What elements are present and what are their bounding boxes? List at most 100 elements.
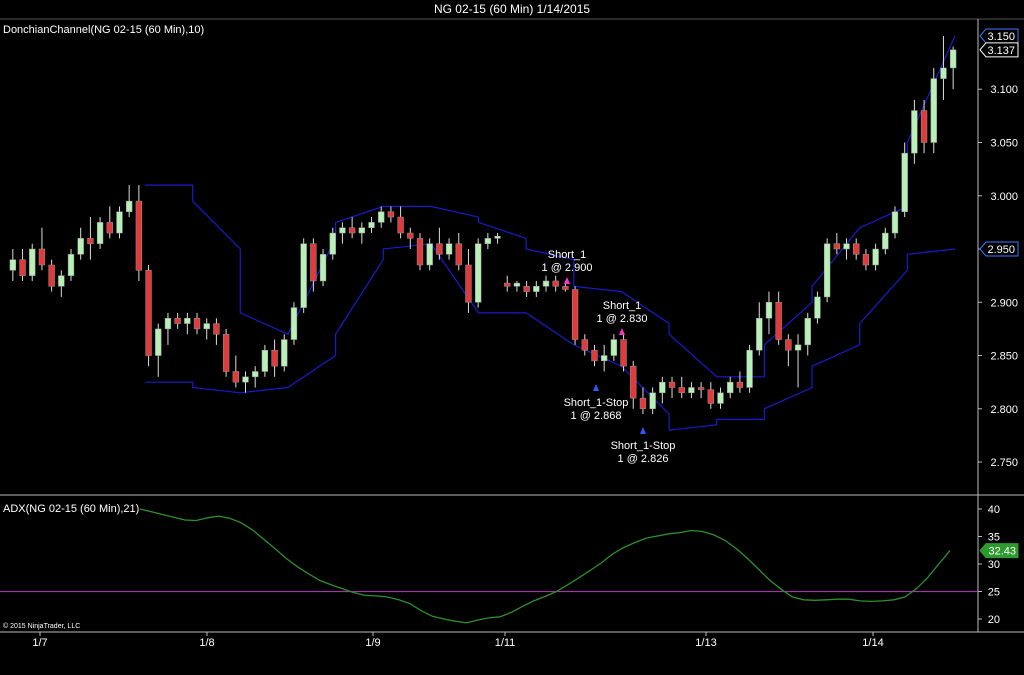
candle: [271, 339, 278, 377]
candle-body: [290, 307, 298, 340]
candle: [378, 206, 385, 228]
candle: [184, 312, 191, 335]
annotation-fill: 1 @ 2.868: [571, 410, 622, 422]
candle-body: [659, 381, 666, 394]
adx-flag-label: 32.43: [988, 546, 1016, 558]
time-tick-label: 1/14: [862, 637, 883, 649]
candle-body: [38, 248, 46, 266]
candle-body: [348, 227, 356, 234]
candle-body: [378, 211, 385, 223]
candle-body: [116, 211, 123, 234]
annotation-label: Short_1: [548, 249, 587, 261]
candle-body: [775, 302, 782, 340]
candle: [290, 302, 298, 345]
candle: [232, 355, 239, 388]
short-stop-annotation: Short_1-Stop1 @ 2.826: [611, 427, 676, 465]
donchian-indicator-label: DonchianChannel(NG 02-15 (60 Min),10): [3, 24, 204, 36]
candle: [58, 270, 65, 297]
adx-tick-label: 25: [988, 587, 1000, 599]
candle-body: [504, 282, 511, 287]
candle-body: [649, 392, 656, 410]
candle-body: [281, 339, 288, 367]
candle: [949, 46, 957, 90]
candle: [339, 222, 346, 244]
candle-body: [29, 248, 36, 276]
price-tick-label: 2.900: [990, 297, 1018, 309]
candle-body: [823, 243, 831, 298]
candle: [19, 249, 26, 281]
price-flag: 3.137: [979, 42, 1019, 58]
candle: [135, 185, 143, 281]
candle-body: [494, 235, 501, 239]
candle-body: [368, 222, 375, 228]
annotation-label: Short_1-Stop: [611, 440, 676, 452]
candle: [697, 382, 705, 399]
chart-canvas[interactable]: DonchianChannel(NG 02-15 (60 Min),10) AD…: [0, 0, 1024, 675]
candle: [426, 238, 433, 271]
candle-body: [833, 243, 840, 250]
candle-body: [843, 243, 850, 250]
candle-body: [242, 376, 249, 383]
candle: [746, 344, 753, 393]
adx-tick-label: 30: [988, 559, 1000, 571]
price-axis: 2.750 2.800 2.850 2.900 2.950 3.000 3.050 3.100…: [978, 28, 1019, 469]
candle: [533, 280, 540, 297]
candle: [756, 302, 763, 356]
candle-body: [756, 317, 763, 351]
adx-tick-label: 35: [988, 532, 1000, 544]
candle: [513, 280, 521, 292]
candle: [387, 206, 395, 223]
candle-body: [48, 264, 55, 287]
adx-line: [139, 508, 951, 624]
candle-body: [571, 289, 579, 340]
candle: [145, 264, 152, 367]
price-flag-label: 3.150: [987, 31, 1015, 43]
candle: [775, 291, 782, 345]
candle: [96, 217, 104, 250]
candle-body: [940, 67, 947, 79]
candle-body: [184, 317, 191, 324]
candle-body: [814, 296, 821, 319]
candle-body: [872, 248, 879, 266]
candle-body: [232, 371, 239, 383]
candle-body: [727, 381, 734, 394]
candle: [397, 206, 404, 239]
candle: [436, 227, 443, 260]
candle: [281, 334, 288, 372]
candle-body: [853, 243, 860, 255]
candle-body: [474, 243, 482, 303]
candle-body: [930, 78, 937, 143]
candle: [717, 387, 724, 409]
candle: [620, 334, 627, 372]
annotation-fill: 1 @ 2.830: [597, 313, 648, 325]
candle: [581, 334, 588, 356]
candle-body: [77, 238, 84, 255]
candle-body: [591, 349, 598, 362]
candle-body: [484, 238, 492, 244]
annotation-fill: 1 @ 2.900: [542, 262, 593, 274]
candle-body: [794, 344, 802, 351]
candle: [77, 227, 84, 260]
candle: [707, 382, 714, 409]
candle-body: [523, 286, 530, 292]
candle-body: [397, 216, 404, 234]
candle: [930, 67, 937, 154]
price-flag: 3.150: [979, 28, 1019, 44]
candle: [523, 280, 530, 297]
candle-body: [862, 254, 870, 266]
candle: [252, 366, 259, 388]
candle-body: [513, 282, 521, 287]
adx-indicator-label: ADX(NG 02-15 (60 Min),21): [3, 503, 139, 515]
candle: [494, 233, 501, 244]
candle-body: [552, 280, 559, 287]
candle-body: [261, 349, 269, 372]
candle-body: [310, 243, 317, 282]
candle: [329, 227, 336, 260]
candle: [785, 334, 792, 367]
candle: [87, 217, 94, 260]
candle: [833, 233, 840, 255]
candle-body: [601, 355, 608, 362]
stop-arrow-icon: [593, 384, 599, 391]
candle: [794, 334, 802, 388]
candle-body: [87, 238, 94, 244]
